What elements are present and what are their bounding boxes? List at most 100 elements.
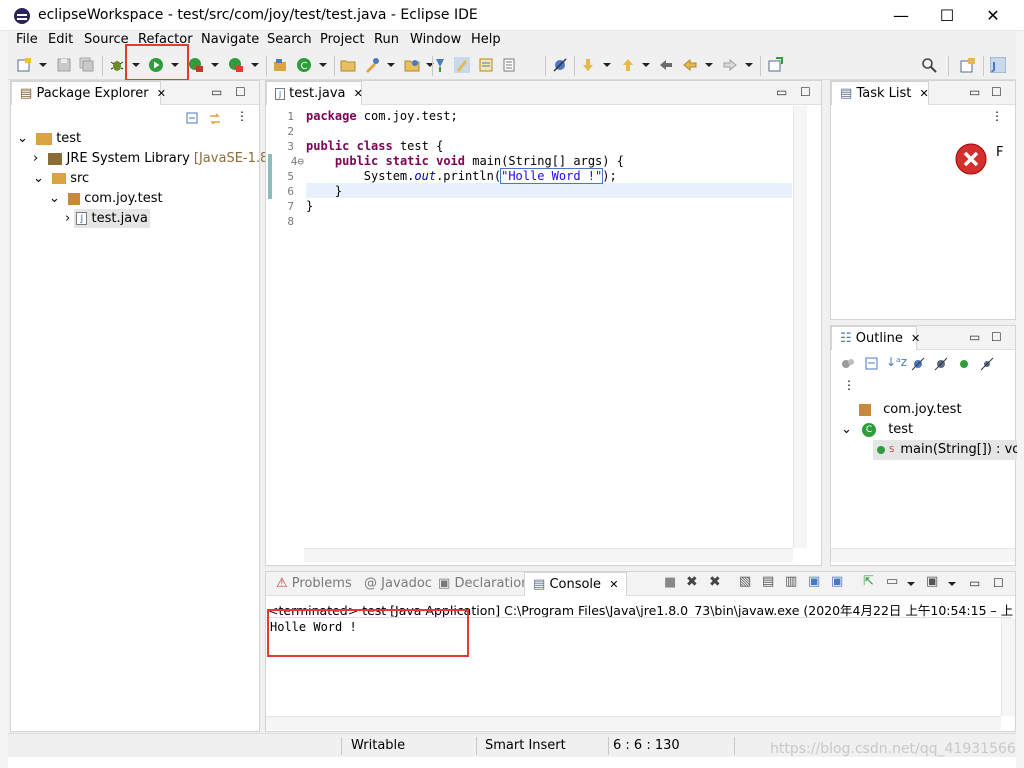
tab-problems[interactable]: ⚠ Problems bbox=[268, 572, 360, 596]
coverage-dropdown-icon[interactable] bbox=[211, 63, 219, 67]
last-edit-location-icon[interactable] bbox=[658, 57, 674, 73]
display-console-dropdown-icon[interactable] bbox=[907, 582, 915, 586]
tab-javadoc[interactable]: @ Javadoc bbox=[356, 572, 440, 596]
code-line-5[interactable]: System.out.println("Holle Word !"); bbox=[306, 168, 617, 184]
coverage-icon[interactable] bbox=[188, 57, 204, 73]
open-console-icon[interactable]: ▣ bbox=[926, 574, 938, 589]
show-on-stdout-icon[interactable]: ▣ bbox=[808, 574, 820, 589]
toggle-annotation-icon[interactable] bbox=[432, 57, 448, 73]
new-icon[interactable] bbox=[16, 57, 32, 73]
tab-console[interactable]: ▤ Console ✕ bbox=[524, 572, 628, 596]
open-task-icon[interactable] bbox=[364, 57, 380, 73]
tree-item-package[interactable]: ⌄ com.joy.test bbox=[49, 189, 163, 209]
remove-launch-icon[interactable]: ✖ bbox=[686, 574, 698, 590]
collapse-all-icon[interactable] bbox=[841, 357, 855, 371]
new-dropdown-icon[interactable] bbox=[39, 63, 47, 67]
chevron-down-icon[interactable]: ⌄ bbox=[841, 422, 852, 437]
pin-editor-icon[interactable] bbox=[767, 57, 783, 73]
hide-local-types-icon[interactable] bbox=[980, 357, 994, 371]
close-window-button[interactable]: ✕ bbox=[970, 0, 1016, 31]
previous-annotation-icon[interactable] bbox=[620, 57, 636, 73]
chevron-down-icon[interactable]: ⌄ bbox=[33, 171, 44, 186]
editor-horizontal-scrollbar[interactable] bbox=[304, 548, 793, 562]
code-line-7[interactable]: } bbox=[306, 199, 313, 214]
new-class-dropdown-icon[interactable] bbox=[319, 63, 327, 67]
maximize-view-icon[interactable]: ☐ bbox=[993, 576, 1004, 590]
open-console-dropdown-icon[interactable] bbox=[948, 582, 956, 586]
outline-item-class[interactable]: ⌄ C test bbox=[841, 420, 913, 440]
code-line-1[interactable]: package com.joy.test; bbox=[306, 109, 458, 124]
back-icon[interactable] bbox=[682, 57, 698, 73]
forward-dropdown-icon[interactable] bbox=[745, 63, 753, 67]
pin-console-icon[interactable]: ⇱ bbox=[863, 574, 874, 589]
outline-item-package[interactable]: com.joy.test bbox=[859, 400, 962, 420]
next-annotation-icon[interactable] bbox=[580, 57, 596, 73]
new-java-project-icon[interactable] bbox=[272, 57, 288, 73]
breadcrumb-icon[interactable] bbox=[501, 57, 517, 73]
close-icon[interactable]: ✕ bbox=[920, 87, 929, 100]
previous-annotation-dropdown-icon[interactable] bbox=[642, 63, 650, 67]
display-console-icon[interactable]: ▭ bbox=[886, 574, 898, 589]
minimize-view-icon[interactable]: ▭ bbox=[969, 576, 980, 590]
show-on-stderr-icon[interactable]: ▣ bbox=[831, 574, 843, 589]
back-dropdown-icon[interactable] bbox=[705, 63, 713, 67]
forward-icon[interactable] bbox=[722, 57, 738, 73]
open-type-icon[interactable] bbox=[340, 57, 356, 73]
mark-occurrences-icon[interactable] bbox=[454, 57, 470, 73]
view-menu-icon[interactable]: ⋮ bbox=[843, 378, 855, 392]
editor-vertical-scrollbar[interactable] bbox=[793, 106, 807, 548]
save-icon[interactable] bbox=[56, 57, 72, 73]
tree-item-src[interactable]: ⌄ src bbox=[33, 169, 89, 189]
view-menu-icon[interactable]: ⋮ bbox=[991, 109, 1003, 123]
minimize-view-icon[interactable]: ▭ bbox=[776, 85, 787, 99]
menu-window[interactable]: Window bbox=[410, 32, 461, 47]
tab-declaration[interactable]: ▣ Declaration bbox=[430, 572, 537, 596]
maximize-view-icon[interactable]: ☐ bbox=[991, 330, 1002, 344]
view-menu-icon[interactable]: ⋮ bbox=[236, 109, 248, 123]
menu-search[interactable]: Search bbox=[267, 32, 312, 47]
maximize-button[interactable]: ☐ bbox=[924, 0, 970, 31]
menu-help[interactable]: Help bbox=[471, 32, 501, 47]
code-line-4[interactable]: public static void main(String[] args) { bbox=[306, 154, 624, 169]
close-icon[interactable]: ✕ bbox=[157, 87, 166, 100]
open-perspective-icon[interactable] bbox=[960, 57, 976, 73]
menu-project[interactable]: Project bbox=[320, 32, 364, 47]
toggle-block-selection-icon[interactable] bbox=[478, 57, 494, 73]
tab-task-list[interactable]: ▤ Task List ✕ bbox=[831, 81, 929, 105]
remove-all-launches-icon[interactable]: ✖ bbox=[709, 574, 721, 590]
menu-navigate[interactable]: Navigate bbox=[201, 32, 259, 47]
status-insert-mode[interactable]: Smart Insert bbox=[485, 738, 566, 753]
close-icon[interactable]: ✕ bbox=[354, 87, 363, 100]
terminate-icon[interactable]: ■ bbox=[664, 575, 676, 590]
menu-file[interactable]: File bbox=[16, 32, 38, 47]
minimize-view-icon[interactable]: ▭ bbox=[969, 330, 980, 344]
scroll-lock-icon[interactable]: ▤ bbox=[762, 574, 774, 589]
menu-run[interactable]: Run bbox=[374, 32, 399, 47]
code-line-6[interactable]: } bbox=[306, 184, 342, 199]
minimize-view-icon[interactable]: ▭ bbox=[211, 85, 222, 99]
link-with-editor-icon[interactable] bbox=[208, 112, 222, 126]
tab-test-java[interactable]: J test.java ✕ bbox=[266, 81, 363, 105]
tab-outline[interactable]: ☷ Outline ✕ bbox=[831, 326, 920, 350]
expand-collapse-icon[interactable] bbox=[865, 357, 879, 371]
tree-item-jre-library[interactable]: › JRE System Library [JavaSE-1.8] bbox=[33, 149, 273, 169]
chevron-down-icon[interactable]: ⌄ bbox=[49, 191, 60, 206]
menu-source[interactable]: Source bbox=[84, 32, 129, 47]
tab-package-explorer[interactable]: ▤ Package Explorer ✕ bbox=[11, 81, 166, 105]
outline-horizontal-scrollbar[interactable] bbox=[831, 548, 1015, 562]
collapse-all-icon[interactable] bbox=[186, 112, 200, 126]
external-tools-icon[interactable] bbox=[228, 57, 244, 73]
clear-console-icon[interactable]: ▧ bbox=[739, 574, 751, 589]
outline-item-method[interactable]: S main(String[]) : void bbox=[873, 440, 1017, 460]
sort-icon[interactable]: ↓ᵃz bbox=[886, 355, 907, 369]
new-class-icon[interactable]: C bbox=[296, 57, 312, 73]
hide-non-public-icon[interactable] bbox=[957, 357, 971, 371]
maximize-view-icon[interactable]: ☐ bbox=[235, 85, 246, 99]
chevron-right-icon[interactable]: › bbox=[65, 211, 70, 226]
word-wrap-icon[interactable]: ▥ bbox=[785, 574, 797, 589]
chevron-down-icon[interactable]: ⌄ bbox=[17, 131, 28, 146]
search-icon[interactable] bbox=[921, 57, 937, 73]
menu-edit[interactable]: Edit bbox=[48, 32, 73, 47]
skip-breakpoints-icon[interactable] bbox=[552, 57, 568, 73]
save-all-icon[interactable] bbox=[79, 57, 95, 73]
